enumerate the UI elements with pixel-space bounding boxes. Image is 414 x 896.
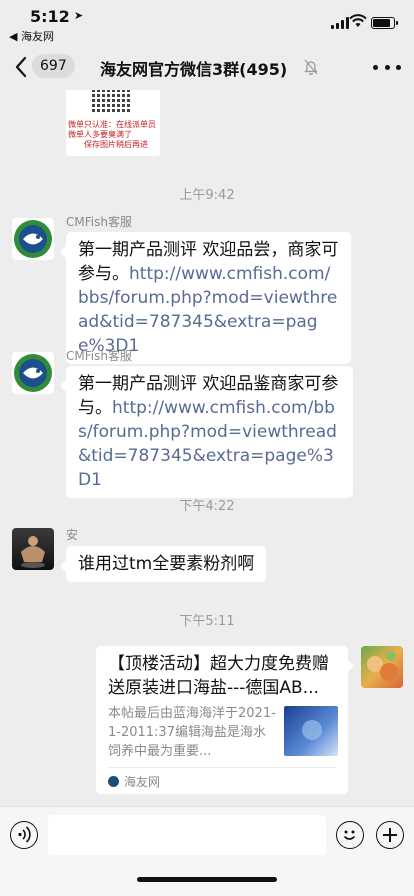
cmfish-logo-icon xyxy=(14,220,52,258)
chat-header: 697 海友网官方微信3群(495) xyxy=(0,44,414,90)
avatar[interactable] xyxy=(12,352,54,394)
more-options-button[interactable] xyxy=(373,57,401,77)
voice-input-button[interactable] xyxy=(10,821,38,849)
emoji-button[interactable] xyxy=(336,821,364,849)
image-caption: 微单只认准：在线派单员 xyxy=(68,120,156,129)
message-text: 谁用过tm全要素粉剂啊 xyxy=(78,554,255,574)
unread-count-badge[interactable]: 697 xyxy=(32,54,75,78)
message-list[interactable]: 微单只认准：在线派单员 微单人多要臭满了 保存图片稍后再进 上午9:42 CMF… xyxy=(0,90,414,806)
input-bar xyxy=(0,806,414,896)
user-photo-icon xyxy=(21,536,45,568)
image-caption: 保存图片稍后再进 xyxy=(84,140,148,149)
sender-name: CMFish客服 xyxy=(66,215,132,229)
chat-title: 海友网官方微信3群(495) xyxy=(100,60,288,79)
cmfish-logo-icon xyxy=(14,354,52,392)
home-indicator xyxy=(137,877,277,882)
avatar[interactable] xyxy=(361,646,403,688)
location-arrow-icon: ➤ xyxy=(74,9,84,22)
voice-icon xyxy=(18,826,31,843)
source-logo-icon xyxy=(108,776,119,787)
link-card-message[interactable]: 【顶楼活动】超大力度免费赠送原装进口海盐---德国AB... 本帖最后由蓝海海洋… xyxy=(96,646,354,794)
message-link[interactable]: http://www.cmfish.com/bbs/forum.php?mod=… xyxy=(78,398,337,490)
sender-name: 安 xyxy=(66,528,79,542)
status-time: 5:12 xyxy=(30,7,70,26)
message-timestamp: 下午4:22 xyxy=(179,499,235,514)
cellular-signal-icon xyxy=(331,17,349,29)
status-bar: 5:12 ➤ ◀ 海友网 xyxy=(0,0,414,44)
back-chevron-icon[interactable] xyxy=(10,53,34,81)
emoji-icon xyxy=(343,830,356,840)
back-to-app-link[interactable]: ◀ 海友网 xyxy=(9,28,54,44)
message-bubble[interactable]: 第一期产品测评 欢迎品鉴商家可参与。http://www.cmfish.com/… xyxy=(60,366,353,498)
mute-bell-icon xyxy=(304,59,318,75)
qr-code-image-message[interactable]: 微单只认准：在线派单员 微单人多要臭满了 保存图片稍后再进 xyxy=(66,90,160,156)
card-title: 【顶楼活动】超大力度免费赠送原装进口海盐---德国AB... xyxy=(108,654,329,698)
message-bubble[interactable]: 第一期产品测评 欢迎品尝，商家可参与。http://www.cmfish.com… xyxy=(60,232,351,364)
battery-icon xyxy=(371,17,398,29)
wifi-icon xyxy=(349,14,367,27)
message-timestamp: 下午5:11 xyxy=(179,614,235,629)
message-timestamp: 上午9:42 xyxy=(179,188,235,203)
message-bubble[interactable]: 谁用过tm全要素粉剂啊 xyxy=(59,546,267,582)
more-actions-plus-icon[interactable] xyxy=(376,821,404,849)
self-photo-icon xyxy=(367,651,398,681)
avatar[interactable] xyxy=(12,528,54,570)
sender-name: CMFish客服 xyxy=(66,349,132,363)
card-source: 海友网 xyxy=(124,775,161,789)
message-input[interactable] xyxy=(48,815,326,855)
avatar[interactable] xyxy=(12,218,54,260)
image-caption: 微单人多要臭满了 xyxy=(68,130,132,139)
battery-level xyxy=(373,19,390,27)
card-thumbnail xyxy=(284,706,338,756)
card-description: 本帖最后由蓝海海洋于2021-1-2011:37编辑海盐是海水饲养中最为重要..… xyxy=(108,706,276,759)
